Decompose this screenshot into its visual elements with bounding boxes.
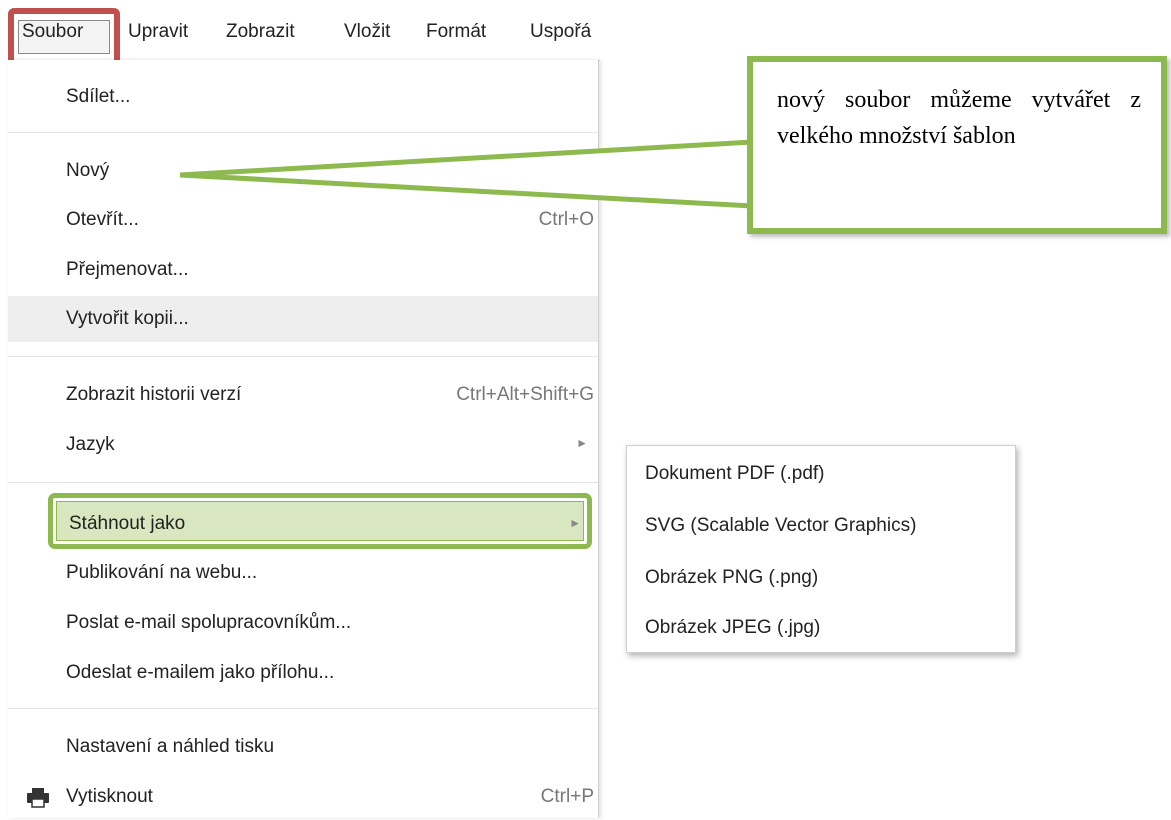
submenu-arrow-icon: ►	[576, 436, 588, 450]
menu-bar: Soubor Upravit Zobrazit Vložit Formát Us…	[8, 8, 600, 66]
submenu-arrow-icon: ►	[569, 516, 581, 530]
menu-item-label: Stáhnout jako	[69, 513, 186, 534]
file-menu-dropdown: Sdílet... Nový Otevřít... Ctrl+O Přejmen…	[8, 60, 599, 818]
menu-item-label: Nový	[66, 160, 110, 181]
submenu-item-pdf[interactable]: Dokument PDF (.pdf)	[627, 448, 1015, 498]
menu-separator	[8, 132, 598, 133]
shortcut-label: Ctrl+Alt+Shift+G	[456, 384, 594, 405]
menu-item-historie-verzi[interactable]: Zobrazit historii verzí Ctrl+Alt+Shift+G	[8, 372, 598, 418]
menu-item-label: Odeslat e-mailem jako přílohu...	[66, 662, 335, 683]
menu-item-novy[interactable]: Nový	[8, 148, 598, 194]
menu-item-odeslat-prilohu[interactable]: Odeslat e-mailem jako přílohu...	[8, 650, 598, 696]
menu-item-stahnout-jako-highlight: Stáhnout jako ►	[48, 493, 592, 549]
menu-format[interactable]: Formát	[426, 21, 486, 43]
menu-item-label: Otevřít...	[66, 209, 139, 230]
menu-item-nastaveni-tisku[interactable]: Nastavení a náhled tisku	[8, 724, 598, 770]
menu-separator	[8, 708, 598, 709]
submenu-item-label: SVG (Scalable Vector Graphics)	[645, 515, 917, 536]
menu-item-label: Nastavení a náhled tisku	[66, 736, 275, 757]
menu-usporadat[interactable]: Uspořá	[530, 21, 591, 43]
submenu-item-png[interactable]: Obrázek PNG (.png)	[627, 552, 1015, 602]
menu-item-poslat-email[interactable]: Poslat e-mail spolupracovníkům...	[8, 600, 598, 646]
menu-separator	[8, 482, 598, 483]
menu-zobrazit[interactable]: Zobrazit	[226, 21, 295, 43]
printer-icon	[27, 788, 49, 808]
menu-item-otevrit[interactable]: Otevřít... Ctrl+O	[8, 197, 598, 243]
download-as-submenu: Dokument PDF (.pdf) SVG (Scalable Vector…	[626, 445, 1016, 653]
menu-vlozit[interactable]: Vložit	[344, 21, 390, 43]
menu-item-vytisknout[interactable]: Vytisknout Ctrl+P	[8, 774, 598, 820]
menu-item-jazyk[interactable]: Jazyk ►	[8, 422, 598, 468]
submenu-item-jpeg[interactable]: Obrázek JPEG (.jpg)	[627, 602, 1015, 652]
menu-item-vytvorit-kopii[interactable]: Vytvořit kopii...	[8, 296, 598, 342]
menu-upravit[interactable]: Upravit	[128, 21, 188, 43]
submenu-item-label: Obrázek PNG (.png)	[645, 567, 819, 588]
annotation-callout: nový soubor můžeme vytvářet z velkého mn…	[747, 56, 1167, 234]
menu-item-label: Vytisknout	[66, 786, 153, 807]
menu-item-publikovani[interactable]: Publikování na webu...	[8, 550, 598, 596]
menu-item-prejmenovat[interactable]: Přejmenovat...	[8, 247, 598, 293]
menu-item-label: Vytvořit kopii...	[66, 308, 189, 329]
submenu-item-label: Obrázek JPEG (.jpg)	[645, 617, 821, 638]
shortcut-label: Ctrl+P	[540, 786, 594, 807]
callout-text: nový soubor můžeme vytvářet z velkého mn…	[777, 87, 1141, 149]
menu-item-sdilet[interactable]: Sdílet...	[8, 74, 598, 120]
menu-item-stahnout-jako[interactable]: Stáhnout jako ►	[56, 501, 584, 541]
shortcut-label: Ctrl+O	[538, 209, 594, 230]
submenu-item-label: Dokument PDF (.pdf)	[645, 463, 825, 484]
menu-item-label: Publikování na webu...	[66, 562, 258, 583]
menu-item-label: Poslat e-mail spolupracovníkům...	[66, 612, 352, 633]
menu-separator	[8, 356, 598, 357]
submenu-item-svg[interactable]: SVG (Scalable Vector Graphics)	[627, 500, 1015, 550]
menu-item-label: Sdílet...	[66, 86, 131, 107]
menu-soubor[interactable]: Soubor	[22, 21, 83, 43]
menu-item-label: Jazyk	[66, 434, 115, 455]
menu-item-label: Zobrazit historii verzí	[66, 384, 242, 405]
menu-item-label: Přejmenovat...	[66, 259, 189, 280]
